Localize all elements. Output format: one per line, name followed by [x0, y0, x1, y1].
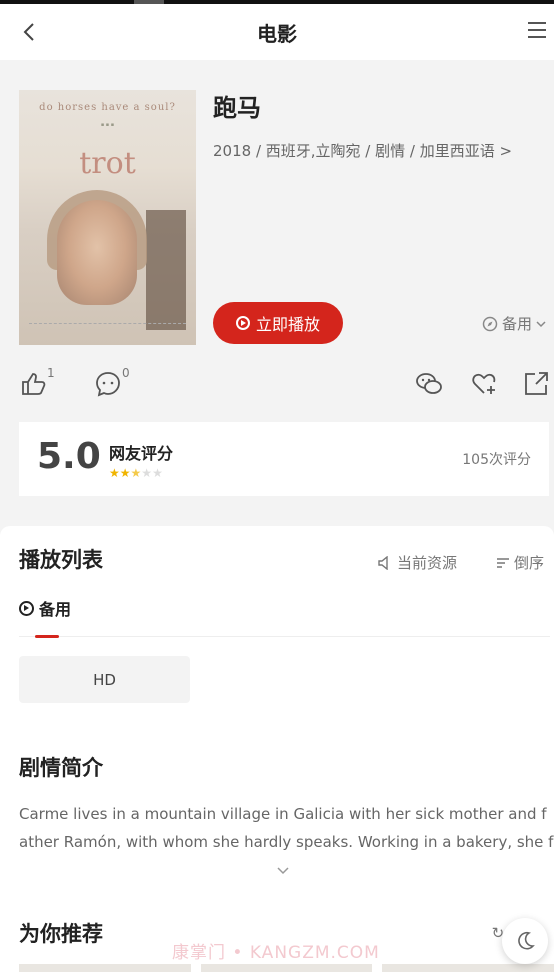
comment-count: 0 — [122, 366, 130, 380]
moon-icon — [518, 931, 535, 950]
like-button[interactable]: 1 — [19, 366, 59, 400]
menu-line — [528, 36, 546, 38]
like-count: 1 — [47, 366, 55, 380]
tab-divider — [19, 636, 550, 637]
share-out-icon — [525, 372, 548, 395]
night-mode-button[interactable] — [502, 918, 548, 964]
page-title: 电影 — [257, 22, 297, 46]
star-icon: ★ — [152, 466, 163, 480]
recommend-item[interactable] — [200, 964, 373, 972]
recommend-list — [19, 964, 554, 972]
compass-icon — [482, 316, 498, 331]
play-now-label: 立即播放 — [255, 315, 320, 334]
backup-source-selector[interactable]: 备用 — [482, 313, 546, 334]
content-card: 播放列表 当前资源 倒序 备用 HD 剧情简介 Carme lives in a… — [0, 526, 554, 972]
backup-label: 备用 — [501, 315, 532, 333]
recommend-item[interactable] — [382, 964, 554, 972]
play-now-button[interactable]: 立即播放 — [213, 302, 343, 344]
comment-bubble-icon — [96, 372, 120, 397]
menu-line — [528, 29, 546, 31]
sort-button[interactable]: 倒序 — [496, 552, 544, 573]
wechat-icon — [416, 373, 442, 394]
current-source-button[interactable]: 当前资源 — [377, 552, 457, 573]
source-tab-label: 备用 — [39, 600, 72, 619]
star-icon: ★ — [141, 466, 153, 480]
thumbs-up-icon — [22, 373, 46, 395]
episode-button[interactable]: HD — [19, 656, 190, 703]
chevron-down-icon — [536, 320, 546, 327]
poster-credits — [29, 323, 186, 333]
star-icon: ★ — [109, 466, 120, 480]
watermark: 康掌门 • KANGZM.COM — [172, 943, 380, 963]
speaker-icon — [378, 555, 388, 570]
heart-plus-icon — [472, 373, 496, 394]
expand-synopsis-button[interactable] — [276, 864, 290, 878]
source-tab-backup[interactable]: 备用 — [19, 596, 71, 620]
rating-card: 5.0 网友评分 ★★★★★ 105次评分 — [19, 422, 549, 496]
poster-credits-top: ▪ ▪ ▪ — [100, 122, 115, 128]
poster-face — [57, 200, 137, 305]
movie-meta[interactable]: 2018 / 西班牙,立陶宛 / 剧情 / 加里西亚语 > — [213, 140, 512, 161]
movie-detail: do horses have a soul? ▪ ▪ ▪ trot 跑马 201… — [0, 60, 554, 520]
share-button[interactable] — [522, 370, 554, 400]
sort-label: 倒序 — [514, 554, 545, 572]
recommend-title: 为你推荐 — [19, 922, 103, 946]
tab-active-indicator — [35, 635, 59, 638]
favorite-button[interactable] — [470, 370, 510, 400]
recommend-item[interactable] — [19, 964, 191, 972]
rating-label: 网友评分 — [109, 444, 174, 463]
poster-tagline: do horses have a soul? — [39, 102, 176, 113]
poster-title: trot — [79, 146, 136, 181]
synopsis-text: Carme lives in a mountain village in Gal… — [19, 805, 554, 851]
poster-shadow — [146, 210, 186, 330]
rating-count: 105次评分 — [462, 452, 531, 468]
play-circle-icon — [235, 316, 250, 330]
movie-poster[interactable]: do horses have a soul? ▪ ▪ ▪ trot — [19, 90, 196, 345]
comment-button[interactable]: 0 — [94, 366, 134, 400]
menu-button[interactable] — [528, 22, 546, 38]
app-header: 电影 — [0, 4, 554, 60]
playlist-title: 播放列表 — [19, 548, 103, 572]
play-circle-icon — [19, 600, 34, 616]
sort-icon — [497, 557, 509, 568]
synopsis-title: 剧情简介 — [19, 756, 103, 780]
star-icon: ★ — [119, 466, 131, 480]
current-source-label: 当前资源 — [397, 554, 458, 572]
action-bar: 1 0 — [0, 360, 554, 408]
rating-stars: ★★★★★ — [109, 466, 163, 480]
hamburger-menu-icon — [528, 22, 546, 24]
movie-title: 跑马 — [213, 94, 261, 122]
wechat-share-button[interactable] — [415, 370, 455, 400]
rating-score: 5.0 — [37, 436, 101, 477]
chevron-down-icon — [277, 867, 289, 875]
star-half-icon: ★ — [130, 466, 142, 480]
